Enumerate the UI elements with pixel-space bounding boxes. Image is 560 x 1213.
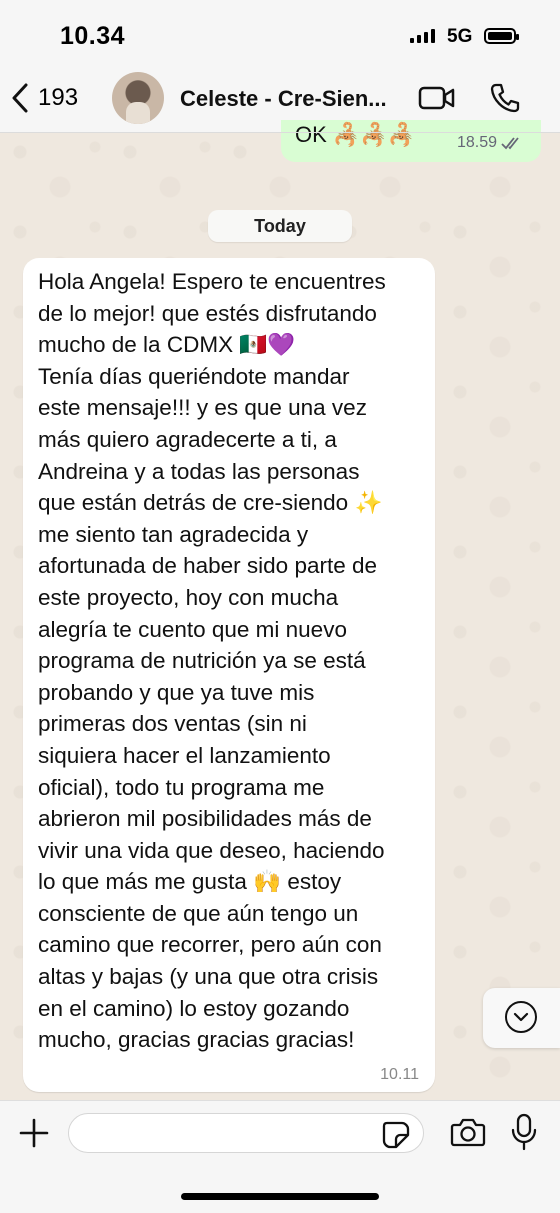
- phone-icon[interactable]: [490, 82, 520, 114]
- network-label: 5G: [447, 26, 473, 47]
- incoming-message[interactable]: Hola Angela! Espero te encuentres de lo …: [23, 258, 435, 1092]
- message-meta: 18.59: [457, 134, 523, 152]
- back-button-overlay[interactable]: 193: [10, 82, 78, 114]
- scroll-to-bottom-button[interactable]: [483, 988, 560, 1048]
- signal-icon: [410, 29, 435, 43]
- composer-bar: [0, 1100, 560, 1213]
- mic-icon[interactable]: [510, 1113, 538, 1151]
- home-indicator: [181, 1193, 379, 1200]
- message-time: 10.11: [380, 1066, 419, 1083]
- chevron-down-icon: [505, 1001, 537, 1033]
- message-input[interactable]: [83, 1120, 377, 1148]
- date-separator: Today: [208, 210, 352, 242]
- message-time: 18.59: [456, 134, 497, 151]
- double-check-icon: [501, 137, 519, 150]
- video-call-icon[interactable]: [418, 84, 456, 112]
- status-bar: 10.34 5G: [0, 0, 560, 70]
- sticker-icon[interactable]: [382, 1121, 410, 1149]
- message-field[interactable]: [68, 1113, 424, 1153]
- plus-icon[interactable]: [18, 1117, 50, 1149]
- chat-header-overlay: 193 Celeste - Cre-Sien...: [0, 70, 560, 133]
- battery-icon: [484, 28, 519, 44]
- camera-icon[interactable]: [450, 1117, 486, 1147]
- contact-name[interactable]: Celeste - Cre-Sien...: [180, 86, 387, 112]
- message-text: Hola Angela! Espero te encuentres de lo …: [38, 269, 386, 1053]
- unread-count: 193: [38, 84, 79, 111]
- status-time: 10.34: [60, 22, 126, 50]
- avatar[interactable]: [112, 72, 164, 124]
- back-chevron-icon: [12, 83, 28, 113]
